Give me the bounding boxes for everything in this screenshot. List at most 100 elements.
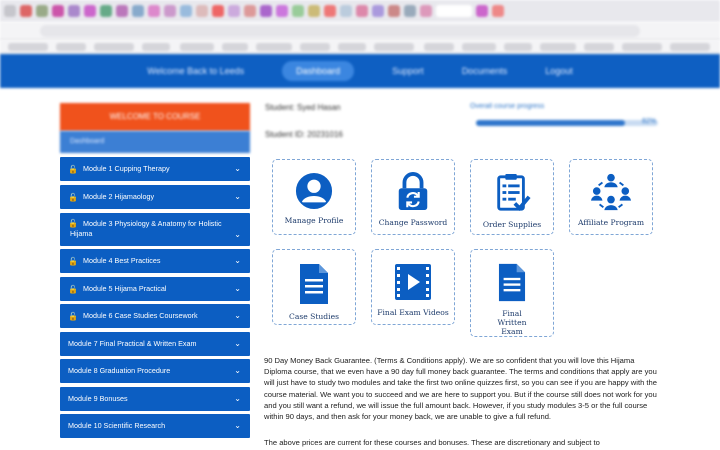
tab-icon[interactable]: [276, 5, 288, 17]
tab-icon[interactable]: [292, 5, 304, 17]
chevron-down-icon: ⌄: [234, 164, 241, 173]
tab-icon[interactable]: [372, 5, 384, 17]
bookmark-item[interactable]: [584, 43, 614, 51]
tab-icon[interactable]: [68, 5, 80, 17]
tab-icon[interactable]: [356, 5, 368, 17]
active-tab[interactable]: [436, 5, 472, 17]
nav-documents[interactable]: Documents: [462, 66, 508, 76]
sidebar-module-6[interactable]: 🔓 Module 6 Case Studies Coursework ⌄: [60, 304, 250, 328]
tab-icon[interactable]: [212, 5, 224, 17]
chevron-down-icon: ⌄: [234, 339, 241, 348]
nav-logout[interactable]: Logout: [545, 66, 573, 76]
tab-icon[interactable]: [388, 5, 400, 17]
tab-icon[interactable]: [4, 5, 16, 17]
film-play-icon: [395, 264, 431, 300]
unlock-icon: 🔓: [68, 192, 78, 202]
chevron-down-icon: ⌄: [234, 394, 241, 403]
sidebar-module-4[interactable]: 🔓 Module 4 Best Practices ⌄: [60, 249, 250, 273]
bookmark-item[interactable]: [670, 43, 710, 51]
tab-icon[interactable]: [228, 5, 240, 17]
tile-manage-profile[interactable]: Manage Profile: [272, 159, 356, 235]
network-people-icon: [591, 173, 631, 211]
bookmark-item[interactable]: [256, 43, 292, 51]
module-label: Module 6 Case Studies Coursework: [82, 311, 198, 320]
nav-dashboard[interactable]: Dashboard: [282, 61, 355, 81]
module-label: Module 8 Graduation Procedure: [68, 366, 171, 375]
user-icon: [295, 172, 333, 210]
prices-paragraph: The above prices are current for these c…: [264, 438, 600, 447]
student-id: Student ID: 20231016: [265, 130, 343, 139]
nav-welcome[interactable]: Welcome Back to Leeds: [147, 66, 244, 76]
browser-tab-strip: [0, 0, 720, 22]
tile-final-exam-videos[interactable]: Final Exam Videos: [371, 249, 455, 325]
unlock-icon: 🔓: [68, 311, 78, 321]
bookmark-item[interactable]: [374, 43, 414, 51]
tab-icon[interactable]: [100, 5, 112, 17]
tab-icon[interactable]: [148, 5, 160, 17]
tab-icon[interactable]: [84, 5, 96, 17]
bookmark-item[interactable]: [56, 43, 86, 51]
bookmark-item[interactable]: [180, 43, 214, 51]
tab-icon[interactable]: [244, 5, 256, 17]
chevron-down-icon: ⌄: [234, 230, 241, 239]
sidebar-module-8[interactable]: Module 8 Graduation Procedure ⌄: [60, 359, 250, 383]
tile-case-studies[interactable]: Case Studies: [272, 249, 356, 325]
tab-icon[interactable]: [420, 5, 432, 17]
url-field[interactable]: [40, 25, 640, 37]
bookmark-item[interactable]: [142, 43, 170, 51]
bookmark-item[interactable]: [424, 43, 454, 51]
sidebar-module-2[interactable]: 🔓 Module 2 Hijamaology ⌄: [60, 185, 250, 209]
tab-icon[interactable]: [52, 5, 64, 17]
tab-icon[interactable]: [476, 5, 488, 17]
chevron-down-icon: ⌄: [234, 421, 241, 430]
tile-label: Final Exam Videos: [377, 308, 449, 317]
module-label: Module 1 Cupping Therapy: [82, 164, 170, 173]
tab-icon[interactable]: [308, 5, 320, 17]
site-nav: Welcome Back to Leeds Dashboard Support …: [0, 54, 720, 88]
sidebar-module-9[interactable]: Module 9 Bonuses ⌄: [60, 387, 250, 411]
tab-icon[interactable]: [492, 5, 504, 17]
progress-percent: 82%: [642, 118, 657, 125]
student-name: Student: Syed Hasan: [265, 103, 341, 112]
bookmark-item[interactable]: [622, 43, 662, 51]
nav-support[interactable]: Support: [392, 66, 424, 76]
bookmark-item[interactable]: [8, 43, 48, 51]
tab-icon[interactable]: [340, 5, 352, 17]
tab-icon[interactable]: [196, 5, 208, 17]
module-label: Module 5 Hijama Practical: [82, 284, 167, 293]
lock-refresh-icon: [398, 172, 428, 211]
tile-order-supplies[interactable]: Order Supplies: [470, 159, 554, 235]
address-bar: [0, 22, 720, 40]
sidebar-module-10[interactable]: Module 10 Scientific Research ⌄: [60, 414, 250, 438]
unlock-icon: 🔓: [68, 284, 78, 294]
bookmark-item[interactable]: [300, 43, 330, 51]
sidebar-subheader[interactable]: Dashboard: [60, 131, 250, 153]
tab-icon[interactable]: [260, 5, 272, 17]
tab-icon[interactable]: [36, 5, 48, 17]
tab-icon[interactable]: [404, 5, 416, 17]
tile-label: Order Supplies: [482, 220, 542, 229]
tile-final-written-exam[interactable]: Final Written Exam: [470, 249, 554, 337]
tab-icon[interactable]: [116, 5, 128, 17]
tab-icon[interactable]: [324, 5, 336, 17]
bookmark-item[interactable]: [94, 43, 134, 51]
bookmark-item[interactable]: [462, 43, 496, 51]
module-label: Module 4 Best Practices: [82, 256, 161, 265]
tab-icon[interactable]: [132, 5, 144, 17]
sidebar-module-3[interactable]: 🔓 Module 3 Physiology & Anatomy for Holi…: [60, 213, 250, 246]
chevron-down-icon: ⌄: [234, 284, 241, 293]
progress-label: Overall course progress: [470, 103, 545, 110]
sidebar-module-1[interactable]: 🔓 Module 1 Cupping Therapy ⌄: [60, 157, 250, 181]
bookmark-item[interactable]: [540, 43, 576, 51]
sidebar-module-7[interactable]: Module 7 Final Practical & Written Exam …: [60, 332, 250, 356]
bookmark-item[interactable]: [338, 43, 366, 51]
bookmark-item[interactable]: [222, 43, 248, 51]
tile-change-password[interactable]: Change Password: [371, 159, 455, 235]
module-label: Module 9 Bonuses: [68, 394, 128, 403]
tile-affiliate-program[interactable]: Affiliate Program: [569, 159, 653, 235]
tab-icon[interactable]: [20, 5, 32, 17]
tab-icon[interactable]: [164, 5, 176, 17]
sidebar-module-5[interactable]: 🔓 Module 5 Hijama Practical ⌄: [60, 277, 250, 301]
tab-icon[interactable]: [180, 5, 192, 17]
bookmark-item[interactable]: [504, 43, 532, 51]
